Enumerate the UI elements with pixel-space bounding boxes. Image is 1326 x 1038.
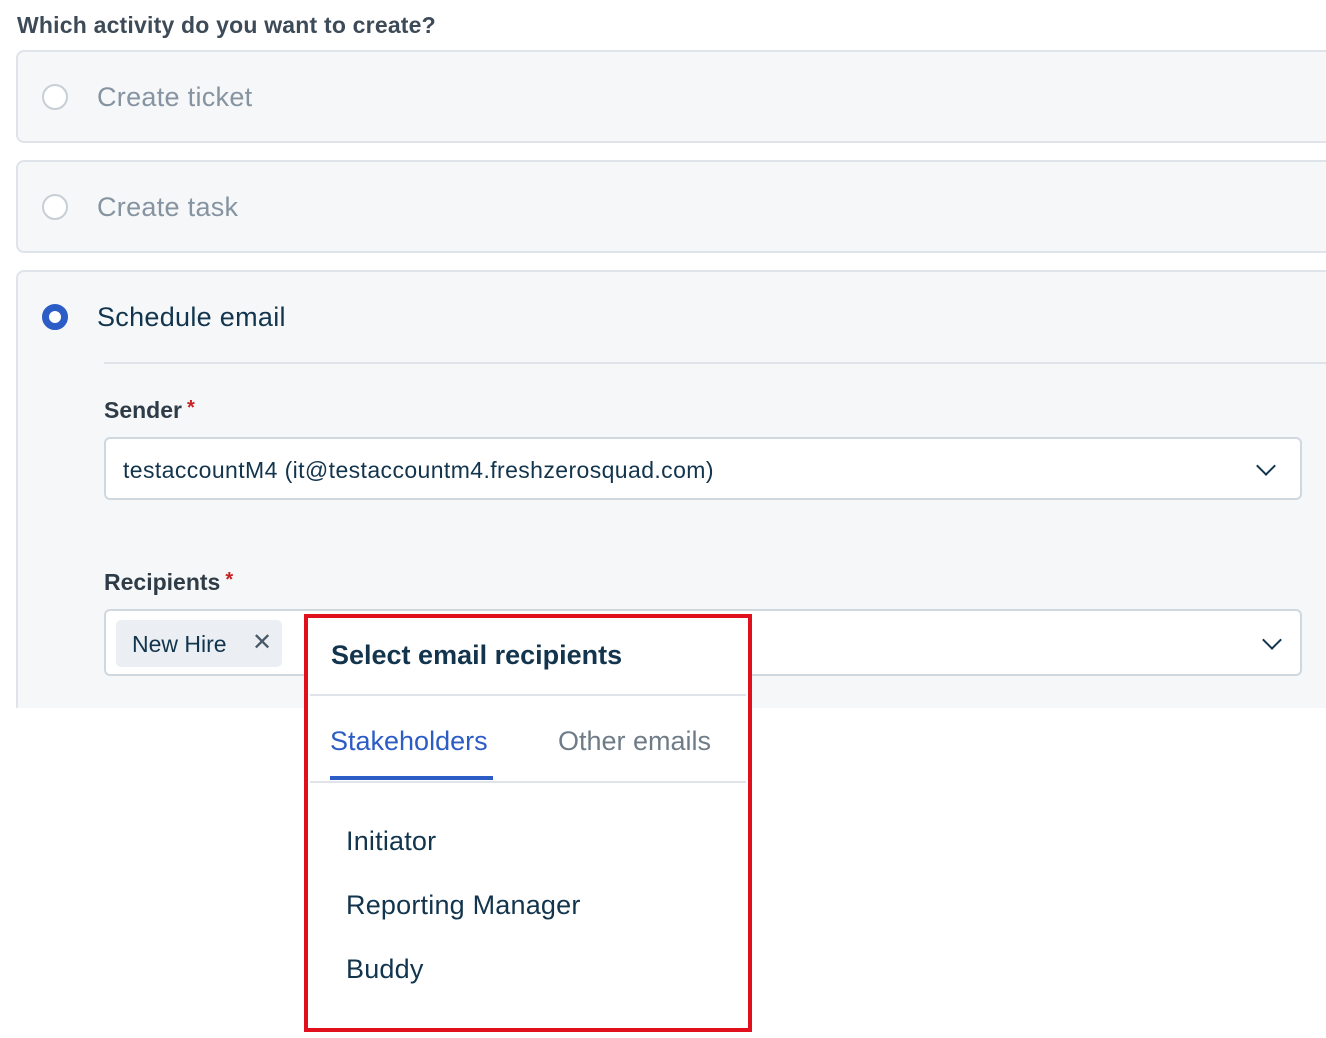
tab-stakeholders[interactable]: Stakeholders: [330, 726, 488, 757]
option-create-task[interactable]: Create task: [16, 160, 1326, 253]
dropdown-title: Select email recipients: [331, 640, 623, 670]
required-marker: *: [225, 569, 234, 591]
recipient-chip-label: New Hire: [132, 631, 227, 657]
required-marker: *: [186, 397, 195, 419]
recipients-label-text: Recipients: [104, 569, 221, 595]
option-create-task-label: Create task: [97, 192, 239, 222]
activity-question: Which activity do you want to create?: [17, 12, 436, 38]
sender-value: testaccountM4 (it@testaccountm4.freshzer…: [123, 457, 714, 483]
sender-select[interactable]: testaccountM4 (it@testaccountm4.freshzer…: [104, 437, 1302, 500]
chevron-down-icon[interactable]: [1262, 630, 1282, 650]
section-divider: [104, 362, 1326, 364]
option-schedule-email-label: Schedule email: [97, 302, 286, 332]
radio-create-task[interactable]: [42, 194, 68, 220]
tabs-divider: [310, 781, 746, 783]
menu-item-initiator[interactable]: Initiator: [346, 826, 436, 857]
option-create-ticket-label: Create ticket: [97, 82, 253, 112]
option-create-ticket[interactable]: Create ticket: [16, 50, 1326, 143]
menu-item-buddy[interactable]: Buddy: [346, 954, 424, 985]
menu-item-reporting-manager[interactable]: Reporting Manager: [346, 890, 581, 921]
chevron-down-icon[interactable]: [1256, 456, 1276, 476]
sender-label-text: Sender: [104, 397, 182, 423]
recipients-label: Recipients *: [104, 569, 233, 596]
sender-label: Sender *: [104, 397, 195, 424]
tab-other-emails[interactable]: Other emails: [558, 726, 711, 757]
active-tab-indicator: [330, 776, 493, 780]
radio-schedule-email[interactable]: [42, 304, 68, 330]
radio-create-ticket[interactable]: [42, 84, 68, 110]
close-icon[interactable]: ✕: [252, 628, 272, 657]
recipient-dropdown: Select email recipients Stakeholders Oth…: [304, 614, 752, 1032]
dropdown-header-divider: [310, 694, 746, 696]
recipient-chip: New Hire ✕: [116, 620, 282, 667]
